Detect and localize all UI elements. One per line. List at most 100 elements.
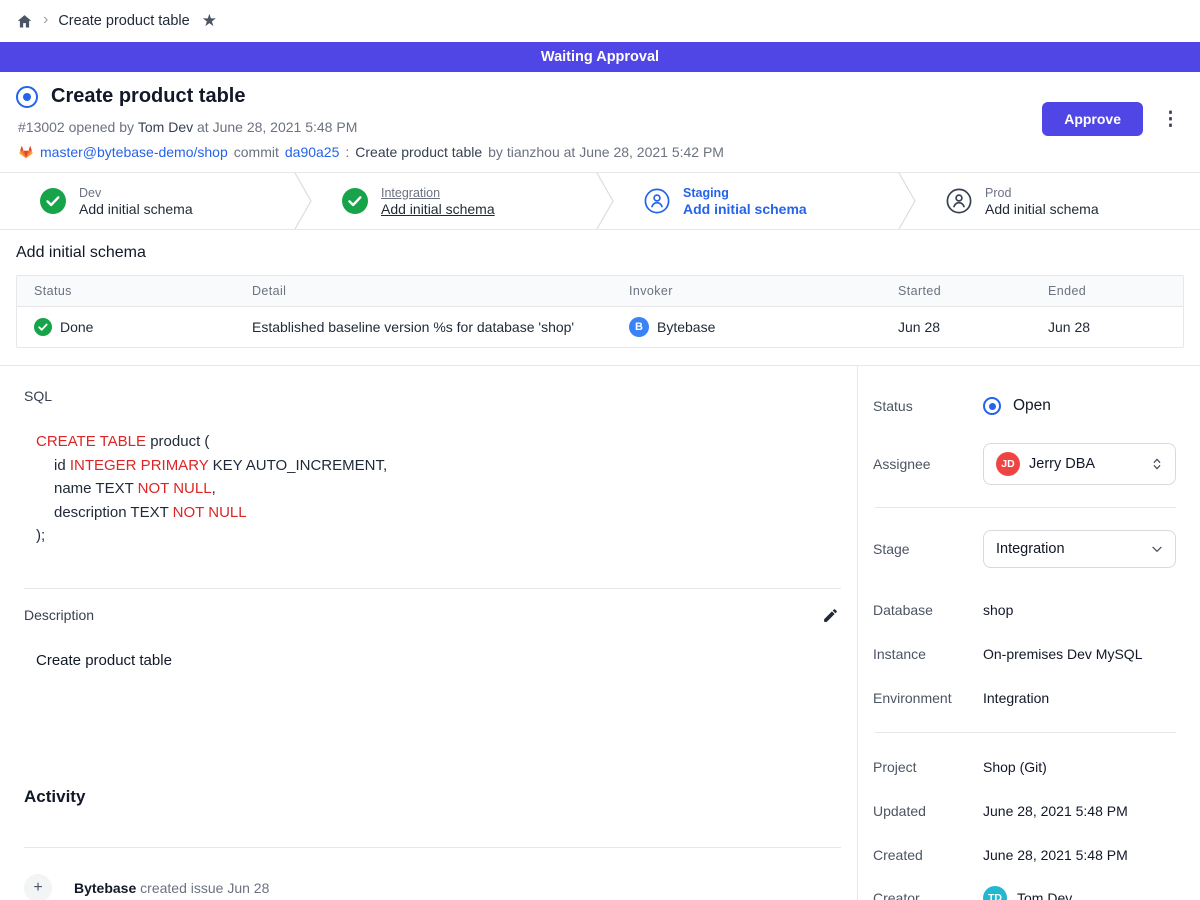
issue-author: Tom Dev	[138, 119, 193, 135]
issue-title: Create product table	[51, 85, 245, 108]
stage-env-label[interactable]: Integration	[381, 186, 495, 200]
vcs-commit-message: Create product table	[355, 144, 482, 160]
stage-env-label: Dev	[79, 186, 193, 200]
home-icon[interactable]	[16, 13, 33, 30]
vcs-colon: :	[345, 144, 349, 160]
assignee-avatar: JD	[996, 452, 1020, 476]
vcs-commit-line: master@bytebase-demo/shop commit da90a25…	[18, 144, 1184, 160]
description-text: Create product table	[36, 652, 841, 669]
plus-icon: +	[24, 874, 52, 900]
instance-value: On-premises Dev MySQL	[983, 646, 1142, 662]
divider	[875, 732, 1176, 733]
stage-pending-person-icon	[946, 188, 972, 214]
assignee-label: Assignee	[873, 456, 983, 472]
task-section-title: Add initial schema	[16, 244, 1184, 262]
stage-task-label: Add initial schema	[683, 201, 807, 217]
creator-label: Creator	[873, 890, 983, 900]
task-detail-text: Established baseline version %s for data…	[235, 307, 612, 347]
issue-open-icon	[16, 86, 38, 108]
updated-value: June 28, 2021 5:48 PM	[983, 803, 1128, 819]
issue-meta-suffix: at June 28, 2021 5:48 PM	[197, 119, 357, 135]
task-table-header: Status Detail Invoker Started Ended	[17, 276, 1183, 307]
approval-banner-text: Waiting Approval	[541, 49, 659, 65]
selector-icon	[1149, 456, 1165, 472]
database-label: Database	[873, 602, 983, 618]
task-section: Add initial schema Status Detail Invoker…	[0, 230, 1200, 348]
col-ended: Ended	[1031, 276, 1183, 306]
status-value: Open	[983, 397, 1051, 415]
instance-label: Instance	[873, 646, 983, 662]
sql-label: SQL	[24, 388, 841, 404]
edit-description-icon[interactable]	[820, 605, 841, 626]
stage-env-label: Prod	[985, 186, 1099, 200]
pipeline-stage-dev[interactable]: Dev Add initial schema	[0, 173, 294, 229]
stage-env-label: Staging	[683, 186, 807, 200]
task-ended-text: Jun 28	[1031, 307, 1183, 347]
task-table: Status Detail Invoker Started Ended Done…	[16, 275, 1184, 348]
activity-item: + Bytebase created issue Jun 28	[24, 874, 841, 900]
divider	[875, 507, 1176, 508]
issue-header: Create product table #13002 opened by To…	[0, 72, 1200, 172]
created-label: Created	[873, 847, 983, 863]
issue-meta: #13002 opened by Tom Dev at June 28, 202…	[18, 119, 1184, 135]
task-started-text: Jun 28	[881, 307, 1031, 347]
stage-select[interactable]: Integration	[983, 530, 1176, 568]
stage-task-label: Add initial schema	[79, 201, 193, 217]
chevron-down-icon	[1149, 541, 1165, 557]
breadcrumb: › Create product table ★	[0, 0, 1200, 42]
col-started: Started	[881, 276, 1031, 306]
environment-value: Integration	[983, 690, 1049, 706]
created-value: June 28, 2021 5:48 PM	[983, 847, 1128, 863]
activity-timeline: + Bytebase created issue Jun 28	[24, 874, 841, 900]
assignee-value: Jerry DBA	[1029, 456, 1140, 472]
breadcrumb-page-title[interactable]: Create product table	[58, 13, 189, 29]
assignee-select[interactable]: JD Jerry DBA	[983, 443, 1176, 485]
stage-value: Integration	[996, 541, 1140, 557]
approval-banner: Waiting Approval	[0, 42, 1200, 72]
status-label: Status	[873, 398, 983, 414]
stage-done-icon	[40, 188, 66, 214]
activity-title: Activity	[24, 787, 841, 807]
stage-done-icon	[342, 188, 368, 214]
task-done-icon	[34, 318, 52, 336]
gitlab-icon	[18, 144, 34, 160]
app-window: › Create product table ★ Waiting Approva…	[0, 0, 1200, 900]
status-open-icon	[983, 397, 1001, 415]
description-label: Description	[24, 607, 94, 623]
col-status: Status	[17, 276, 235, 306]
col-detail: Detail	[235, 276, 612, 306]
stage-label: Stage	[873, 541, 983, 557]
invoker-avatar: B	[629, 317, 649, 337]
pipeline-stage-prod[interactable]: Prod Add initial schema	[916, 173, 1200, 229]
stage-separator	[898, 173, 916, 229]
project-value[interactable]: Shop (Git)	[983, 759, 1047, 775]
activity-action: created issue Jun 28	[140, 880, 269, 896]
pipeline-stage-staging[interactable]: Staging Add initial schema	[614, 173, 898, 229]
sql-code-block: CREATE TABLE product ( id INTEGER PRIMAR…	[36, 430, 841, 548]
stage-separator	[596, 173, 614, 229]
issue-sidebar: Status Open Assignee JD Jerry DBA	[858, 366, 1200, 900]
favorite-star-icon[interactable]: ★	[202, 11, 217, 31]
task-invoker-text: Bytebase	[657, 319, 715, 335]
database-value: shop	[983, 602, 1013, 618]
task-status-text: Done	[60, 319, 93, 335]
chevron-right-icon: ›	[43, 11, 48, 29]
vcs-branch-link[interactable]: master@bytebase-demo/shop	[40, 144, 228, 160]
approve-button[interactable]: Approve	[1042, 102, 1143, 136]
task-table-row[interactable]: Done Established baseline version %s for…	[17, 307, 1183, 347]
creator-avatar: TD	[983, 886, 1007, 900]
pipeline-stage-integration[interactable]: Integration Add initial schema	[312, 173, 596, 229]
project-label: Project	[873, 759, 983, 775]
vcs-commit-hash-link[interactable]: da90a25	[285, 144, 340, 160]
issue-meta-prefix: #13002 opened by	[18, 119, 134, 135]
divider	[24, 588, 841, 589]
vcs-commit-suffix: by tianzhou at June 28, 2021 5:42 PM	[488, 144, 724, 160]
divider	[24, 847, 841, 848]
stage-task-label[interactable]: Add initial schema	[381, 201, 495, 217]
stage-pending-person-icon	[644, 188, 670, 214]
stage-task-label: Add initial schema	[985, 201, 1099, 217]
kebab-menu-icon[interactable]: ⋮	[1157, 108, 1184, 131]
col-invoker: Invoker	[612, 276, 881, 306]
pipeline: Dev Add initial schema Integration Add i…	[0, 172, 1200, 230]
issue-main-column: SQL CREATE TABLE product ( id INTEGER PR…	[0, 366, 858, 900]
